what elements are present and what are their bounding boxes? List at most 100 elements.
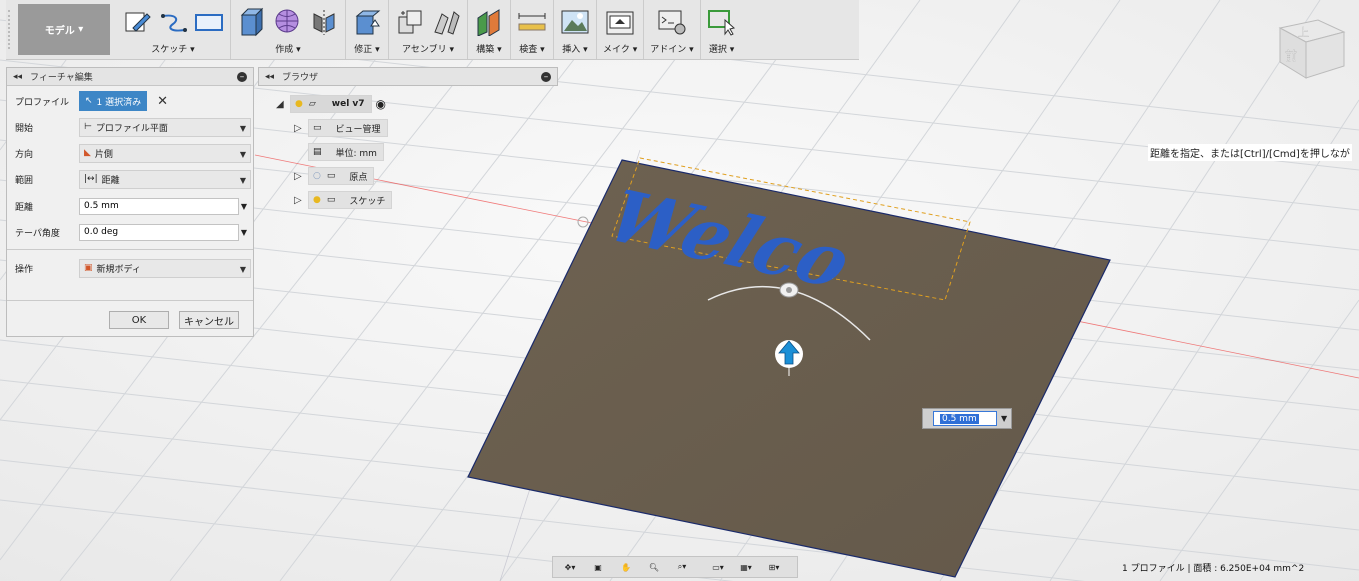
profile-selection[interactable]: ↖ 1 選択済み [79,91,148,111]
offset-plane-icon[interactable] [474,7,504,37]
distance-dropdown-arrow[interactable]: ▼ [239,202,249,211]
distance-input[interactable] [79,197,239,215]
minimize-panel-icon[interactable]: – [237,71,247,82]
select-icon[interactable] [707,7,737,37]
one-side-icon: ◣ [84,148,91,158]
start-dropdown[interactable]: ⊢ プロファイル平面 ▼ [79,117,251,137]
browser-root-node[interactable]: ● ▱ wel v7 [290,95,372,113]
viewports-icon[interactable]: ⊞▾ [761,558,787,576]
clear-selection-icon[interactable]: ✕ [157,94,168,109]
create-group: 作成 ▾ [231,0,346,59]
expand-triangle-icon[interactable]: ▷ [294,123,308,134]
new-body-icon: ▣ [84,263,93,273]
direction-dropdown[interactable]: ◣ 片側 ▼ [79,143,251,163]
fit-zoom-icon[interactable]: ⌕▾ [669,558,695,576]
profile-row: プロファイル ↖ 1 選択済み ✕ [7,90,253,112]
chevron-down-icon[interactable]: ▼ [1001,414,1007,423]
tooltip-hint: 距離を指定、または[Ctrl]/[Cmd]を押しなが [1148,144,1352,161]
expand-triangle-icon[interactable]: ▷ [294,195,308,206]
browser-header: ◂◂ ブラウザ – [259,68,557,85]
browser-root-row: ◢ ● ▱ wel v7 ◉ [276,94,386,114]
operation-label: 操作 [15,264,34,275]
collapse-panel-icon[interactable]: ◂◂ [13,72,22,82]
insert-menu[interactable]: 挿入 ▾ [562,42,587,55]
select-menu[interactable]: 選択 ▾ [709,42,734,55]
toolbar-grip[interactable] [8,10,16,49]
assemble-menu[interactable]: アセンブリ ▾ [402,42,454,55]
sketch-menu[interactable]: スケッチ ▾ [151,42,194,55]
expand-triangle-icon[interactable]: ◢ [276,99,290,110]
visibility-bulb-icon[interactable]: ● [313,195,321,205]
measure-icon[interactable] [517,7,547,37]
document-settings-icon: ▤ [313,147,322,157]
create-menu[interactable]: 作成 ▾ [275,42,300,55]
press-pull-icon[interactable] [352,7,382,37]
feature-edit-header: ◂◂ フィーチャ編集 – [7,68,253,86]
navigation-bar: ✥▾ ▣ ✋ 🔍︎ ⌕▾ ▭▾ ▦▾ ⊞▾ [552,556,798,578]
feature-edit-title: フィーチャ編集 [30,73,93,83]
visibility-bulb-icon[interactable]: ● [295,99,303,109]
insert-image-icon[interactable] [560,7,590,37]
scripts-addins-icon[interactable] [657,7,687,37]
modify-menu[interactable]: 修正 ▾ [354,42,379,55]
visibility-bulb-icon[interactable]: ○ [313,171,321,181]
taper-angle-input[interactable] [79,223,239,241]
taper-row: テーパ角度 ▼ [7,221,253,243]
browser-item-named-views[interactable]: ▭ ビュー管理 [308,119,388,137]
panel-divider [7,300,253,301]
activate-radio-icon[interactable]: ◉ [376,97,386,111]
taper-label: テーパ角度 [15,228,60,239]
browser-item-row: ▷ ▭ ビュー管理 [294,118,388,138]
workspace-switcher[interactable]: モデル ▾ [18,4,110,55]
taper-dropdown-arrow[interactable]: ▼ [239,228,249,237]
start-label: 開始 [15,123,34,134]
rectangle-tool-icon[interactable] [194,7,224,37]
look-at-icon[interactable]: ▣ [585,558,611,576]
orbit-icon[interactable]: ✥▾ [557,558,583,576]
sketch-group: スケッチ ▾ [116,0,231,59]
chevron-down-icon: ▼ [239,149,246,159]
minimize-browser-icon[interactable]: – [541,71,551,82]
distance-row: 距離 ▼ [7,195,253,217]
pan-hand-icon[interactable]: ✋ [613,558,639,576]
collapse-browser-icon[interactable]: ◂◂ [265,72,274,82]
create-sketch-icon[interactable] [122,7,152,37]
profile-plane-icon: ⊢ [84,122,92,132]
display-settings-icon[interactable]: ▭▾ [705,558,731,576]
operation-dropdown[interactable]: ▣ 新規ボディ ▼ [79,258,251,278]
mirror-icon[interactable] [309,7,339,37]
extent-dropdown[interactable]: |↔| 距離 ▼ [79,169,251,189]
browser-panel: ◂◂ ブラウザ – [258,67,558,86]
browser-item-row: ▷ ● ▭ スケッチ [294,190,393,210]
select-group: 選択 ▾ [701,0,743,59]
form-icon[interactable] [273,7,303,37]
inspect-menu[interactable]: 検査 ▾ [519,42,544,55]
joint-icon[interactable] [431,7,461,37]
folder-icon: ▭ [326,195,336,205]
zoom-icon[interactable]: 🔍︎ [641,558,667,576]
browser-item-sketches[interactable]: ● ▭ スケッチ [308,191,393,209]
operation-row: 操作 ▣ 新規ボディ ▼ [7,257,253,279]
3d-print-icon[interactable] [605,7,635,37]
expand-triangle-icon[interactable]: ▷ [294,171,308,182]
direction-label: 方向 [15,149,34,160]
new-component-icon[interactable] [395,7,425,37]
distance-dimension-input[interactable]: 0.5 mm [933,411,997,426]
start-row: 開始 ⊢ プロファイル平面 ▼ [7,116,253,138]
browser-item-units[interactable]: ▤ 単位: mm [308,143,384,161]
construct-menu[interactable]: 構築 ▾ [476,42,501,55]
distance-label: 距離 [15,202,34,213]
extrude-icon[interactable] [237,7,267,37]
make-menu[interactable]: メイク ▾ [603,42,637,55]
main-toolbar: モデル ▾ スケッチ ▾ 作成 ▾ 修正 ▾ アセンブリ ▾ 構築 ▾ 検査 ▾… [6,0,859,60]
grid-settings-icon[interactable]: ▦▾ [733,558,759,576]
distance-icon: |↔| [84,174,98,184]
ok-button[interactable]: OK [109,311,169,329]
angle-manipulator-handle[interactable] [779,282,799,298]
browser-item-row: ▷ ○ ▭ 原点 [294,166,375,186]
addins-menu[interactable]: アドイン ▾ [650,42,693,55]
browser-item-origin[interactable]: ○ ▭ 原点 [308,167,375,185]
browser-title: ブラウザ [282,73,319,83]
line-tool-icon[interactable] [158,7,188,37]
cancel-button[interactable]: キャンセル [179,311,239,329]
